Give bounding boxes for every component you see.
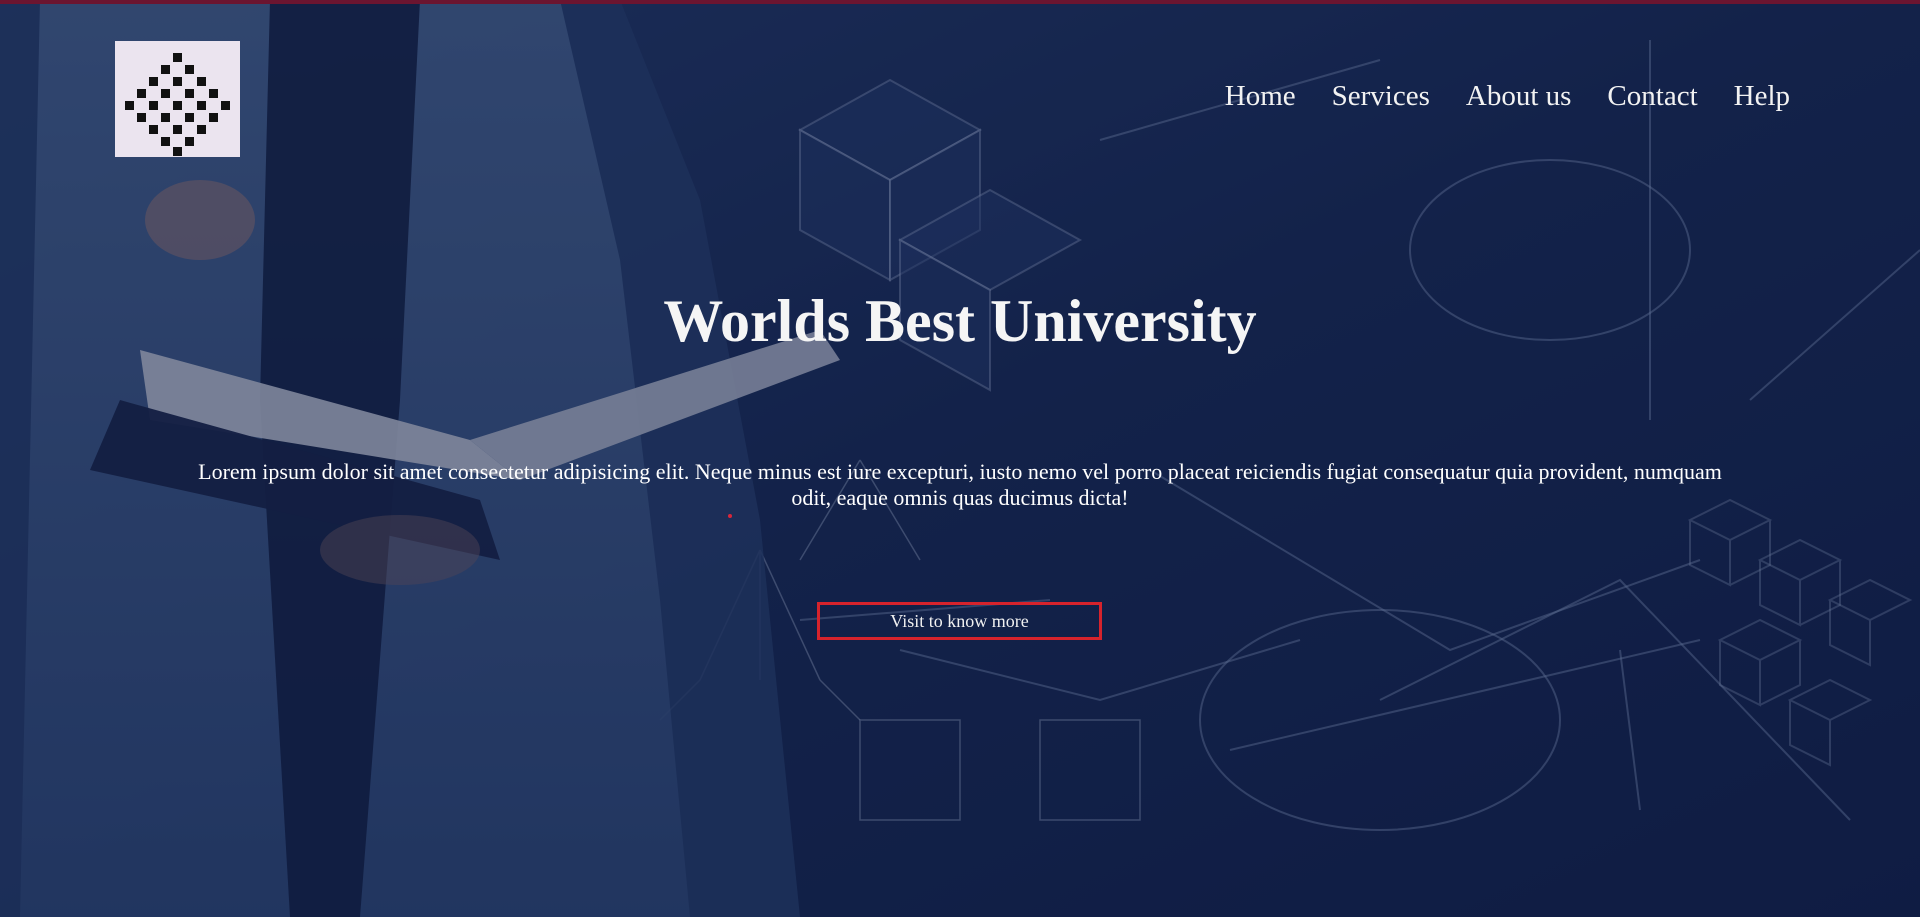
- nav-item-contact[interactable]: Contact: [1607, 80, 1697, 113]
- main-navigation: Home Services About us Contact Help: [1225, 80, 1790, 113]
- nav-item-services[interactable]: Services: [1332, 80, 1430, 113]
- hero-section: Home Services About us Contact Help Worl…: [0, 0, 1920, 917]
- nav-item-help[interactable]: Help: [1734, 80, 1790, 113]
- diamond-grid-logo-icon[interactable]: [115, 41, 240, 157]
- top-accent-strip: [0, 0, 1920, 4]
- visit-to-know-more-button[interactable]: Visit to know more: [817, 602, 1102, 640]
- nav-item-about-us[interactable]: About us: [1466, 80, 1572, 113]
- decorative-dot: [728, 514, 732, 518]
- nav-item-home[interactable]: Home: [1225, 80, 1296, 113]
- hero-description: Lorem ipsum dolor sit amet consectetur a…: [198, 459, 1722, 510]
- hero-title: Worlds Best University: [663, 288, 1257, 354]
